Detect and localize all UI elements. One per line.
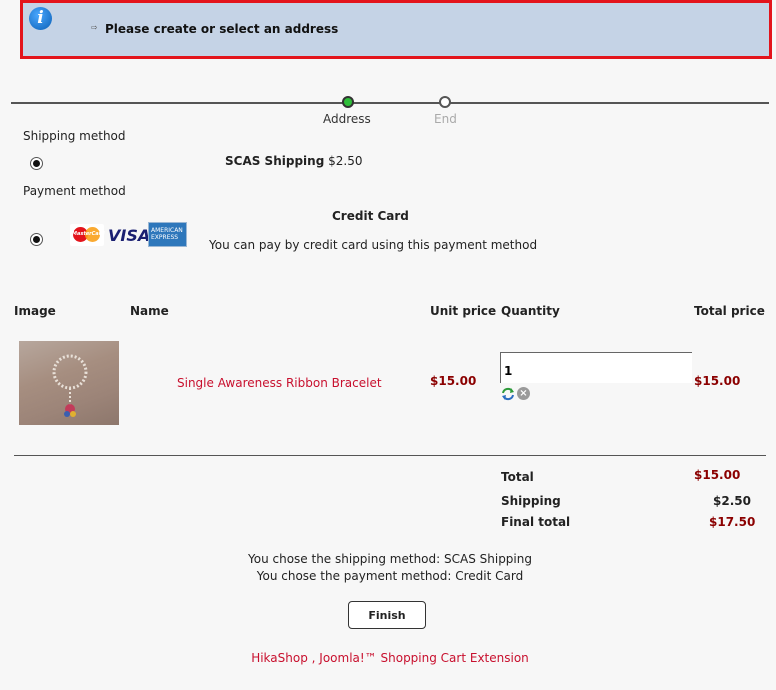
shipping-option-name: SCAS Shipping [225,154,325,168]
hikashop-footer-link[interactable]: HikaShop , Joomla!™ Shopping Cart Extens… [251,651,529,665]
amex-logo: AMERICAN EXPRESS [148,222,187,247]
step-address-dot [342,96,354,108]
product-image[interactable] [19,341,119,425]
col-header-total-price: Total price [694,304,765,318]
total-label: Total [501,470,534,484]
amex-logo-text: AMERICAN EXPRESS [151,227,183,241]
arrow-icon: ⇨ [91,23,98,32]
payment-option-description: You can pay by credit card using this pa… [209,238,538,252]
bracelet-image [52,354,88,417]
quantity-input[interactable] [500,352,692,383]
col-header-image: Image [14,304,56,318]
shipping-option-price: $2.50 [328,154,363,168]
payment-option-name: Credit Card [332,209,409,223]
final-total-label: Final total [501,515,571,529]
refresh-icon[interactable] [501,387,515,401]
shipping-option: SCAS Shipping $2.50 [225,154,362,168]
shipping-total-value: $2.50 [713,494,751,508]
cart-divider [14,455,766,456]
visa-logo: VISA [108,226,151,245]
col-header-quantity: Quantity [501,304,560,318]
step-address-label: Address [323,112,371,126]
payment-summary: You chose the payment method: Credit Car… [256,569,524,583]
product-name-link[interactable]: Single Awareness Ribbon Bracelet [177,376,382,390]
checkout-progress-line [11,102,769,104]
col-header-name: Name [130,304,169,318]
mastercard-logo-text: MasterCard [72,231,105,237]
product-total-price: $15.00 [694,374,741,388]
shipping-total-label: Shipping [501,494,561,508]
shipping-method-heading: Shipping method [23,129,126,143]
total-value: $15.00 [694,468,741,482]
remove-item-icon[interactable]: × [517,387,530,400]
product-unit-price: $15.00 [430,374,477,388]
step-end-dot [439,96,451,108]
payment-method-heading: Payment method [23,184,126,198]
final-total-value: $17.50 [709,515,756,529]
info-icon: i [29,7,52,30]
address-notice: i ⇨ Please create or select an address [20,0,772,59]
col-header-unit-price: Unit price [430,304,497,318]
notice-text: Please create or select an address [105,22,339,36]
step-end-label: End [434,112,457,126]
shipping-option-radio[interactable] [30,157,43,170]
payment-option-radio[interactable] [30,233,43,246]
shipping-summary: You chose the shipping method: SCAS Ship… [248,552,532,566]
finish-button[interactable]: Finish [348,601,426,629]
mastercard-logo: MasterCard [70,224,105,246]
